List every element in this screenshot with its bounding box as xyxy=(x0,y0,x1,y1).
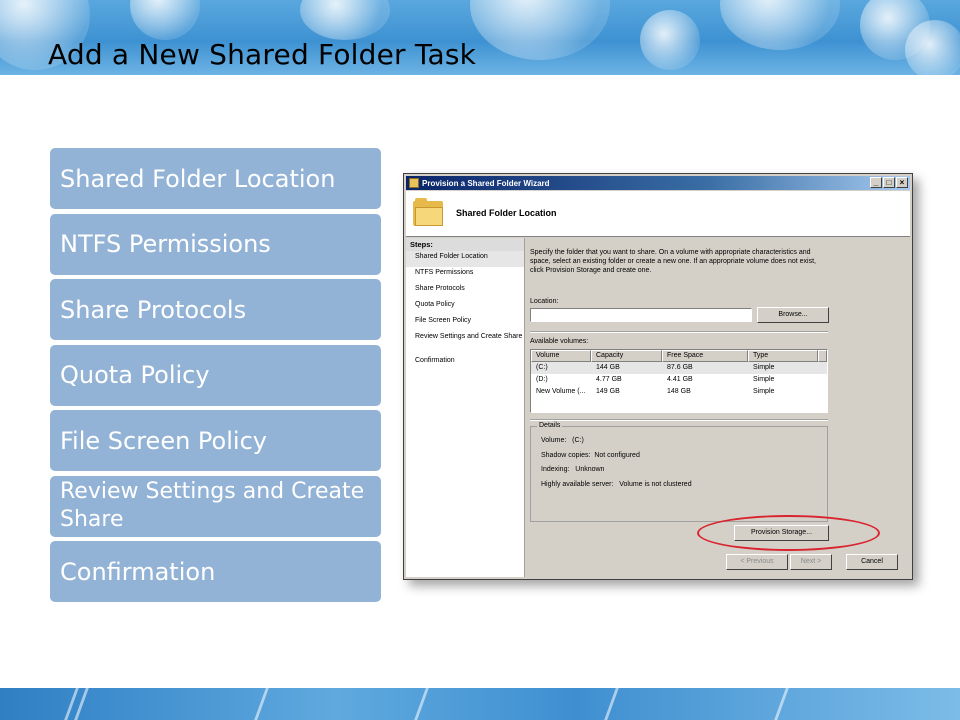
column-header-free-space[interactable]: Free Space xyxy=(662,350,748,362)
cell-type: Simple xyxy=(753,376,775,383)
column-header-volume[interactable]: Volume xyxy=(531,350,591,362)
decorative-streak xyxy=(254,688,269,720)
detail-volume-label: Volume: xyxy=(541,437,567,444)
detail-shadow-copies: Shadow copies: Not configured xyxy=(541,452,640,459)
location-input[interactable] xyxy=(530,308,752,322)
detail-shadow-label: Shadow copies: xyxy=(541,452,591,459)
detail-volume: Volume: (C:) xyxy=(541,437,584,444)
details-group: Details Volume: (C:) Shadow copies: Not … xyxy=(530,422,828,522)
cell-free-space: 87.6 GB xyxy=(667,364,693,371)
window-controls: _ □ × xyxy=(870,177,908,188)
cell-capacity: 149 GB xyxy=(596,388,620,395)
wizard-banner: Shared Folder Location xyxy=(406,191,910,237)
decorative-bubble xyxy=(130,0,200,40)
wizard-step-review-settings: Review Settings and Create Share xyxy=(415,333,523,340)
minimize-button[interactable]: _ xyxy=(870,177,882,188)
cell-capacity: 144 GB xyxy=(596,364,620,371)
separator xyxy=(530,419,828,421)
decorative-bubble xyxy=(640,10,700,70)
cell-free-space: 4.41 GB xyxy=(667,376,693,383)
detail-ha-value: Volume is not clustered xyxy=(619,481,692,488)
column-header-type[interactable]: Type xyxy=(748,350,818,362)
step-confirmation: Confirmation xyxy=(50,541,381,602)
folder-icon xyxy=(413,198,443,226)
wizard-app-icon xyxy=(409,178,419,188)
decorative-streak xyxy=(604,688,619,720)
detail-shadow-value: Not configured xyxy=(594,452,640,459)
wizard-step-shared-folder-location: Shared Folder Location xyxy=(406,251,524,267)
step-quota-policy: Quota Policy xyxy=(50,344,381,406)
column-header-filler xyxy=(818,350,827,362)
cell-capacity: 4.77 GB xyxy=(596,376,622,383)
table-row[interactable]: (D:) 4.77 GB 4.41 GB Simple xyxy=(531,374,827,386)
banner-title: Shared Folder Location xyxy=(456,208,557,218)
detail-high-availability: Highly available server: Volume is not c… xyxy=(541,481,692,488)
wizard-steps-pane: Steps: Shared Folder Location NTFS Permi… xyxy=(406,238,525,577)
separator xyxy=(530,331,828,333)
wizard-step-confirmation: Confirmation xyxy=(415,357,455,364)
column-header-capacity[interactable]: Capacity xyxy=(591,350,662,362)
step-shared-folder-location: Shared Folder Location xyxy=(50,148,381,209)
next-button[interactable]: Next > xyxy=(790,554,832,570)
wizard-title: Provision a Shared Folder Wizard xyxy=(422,178,550,188)
wizard-step-share-protocols: Share Protocols xyxy=(415,285,465,292)
step-file-screen-policy: File Screen Policy xyxy=(50,410,381,471)
steps-header: Steps: xyxy=(406,238,524,251)
steps-list: Shared Folder Location NTFS Permissions … xyxy=(50,148,381,607)
volumes-table-header: Volume Capacity Free Space Type xyxy=(531,350,827,362)
decorative-bubble xyxy=(470,0,610,60)
detail-volume-value: (C:) xyxy=(572,437,584,444)
wizard-titlebar[interactable]: Provision a Shared Folder Wizard _ □ × xyxy=(406,176,910,190)
cell-type: Simple xyxy=(753,388,775,395)
footer-band xyxy=(0,688,960,720)
close-button[interactable]: × xyxy=(896,177,908,188)
wizard-step-ntfs-permissions: NTFS Permissions xyxy=(415,269,474,276)
step-ntfs-permissions: NTFS Permissions xyxy=(50,213,381,275)
cancel-button[interactable]: Cancel xyxy=(846,554,898,570)
detail-ha-label: Highly available server: xyxy=(541,481,614,488)
detail-indexing: Indexing: Unknown xyxy=(541,466,604,473)
intro-text: Specify the folder that you want to shar… xyxy=(530,249,816,274)
slide-title: Add a New Shared Folder Task xyxy=(48,38,477,71)
cell-volume: New Volume (... xyxy=(536,388,586,395)
available-volumes-label: Available volumes: xyxy=(530,338,589,345)
decorative-bubble xyxy=(905,20,960,75)
details-legend: Details xyxy=(537,422,563,429)
volumes-table: Volume Capacity Free Space Type (C:) 144… xyxy=(530,349,828,413)
browse-button[interactable]: Browse... xyxy=(757,307,829,323)
detail-indexing-label: Indexing: xyxy=(541,466,570,473)
decorative-bubble xyxy=(720,0,840,50)
step-share-protocols: Share Protocols xyxy=(50,279,381,340)
cell-type: Simple xyxy=(753,364,775,371)
wizard-step-quota-policy: Quota Policy xyxy=(415,301,455,308)
detail-indexing-value: Unknown xyxy=(575,466,605,473)
cell-volume: (D:) xyxy=(536,376,548,383)
table-row[interactable]: New Volume (... 149 GB 148 GB Simple xyxy=(531,386,827,398)
wizard-step-file-screen-policy: File Screen Policy xyxy=(415,317,472,324)
location-label: Location: xyxy=(530,298,559,305)
cell-volume: (C:) xyxy=(536,364,548,371)
decorative-streak xyxy=(414,688,429,720)
decorative-streak xyxy=(774,688,789,720)
decorative-bubble xyxy=(300,0,390,40)
step-review-settings: Review Settings and Create Share xyxy=(50,475,381,537)
cell-free-space: 148 GB xyxy=(667,388,691,395)
highlight-oval xyxy=(697,515,880,551)
maximize-button[interactable]: □ xyxy=(883,177,895,188)
table-row[interactable]: (C:) 144 GB 87.6 GB Simple xyxy=(531,362,827,374)
previous-button[interactable]: < Previous xyxy=(726,554,788,570)
